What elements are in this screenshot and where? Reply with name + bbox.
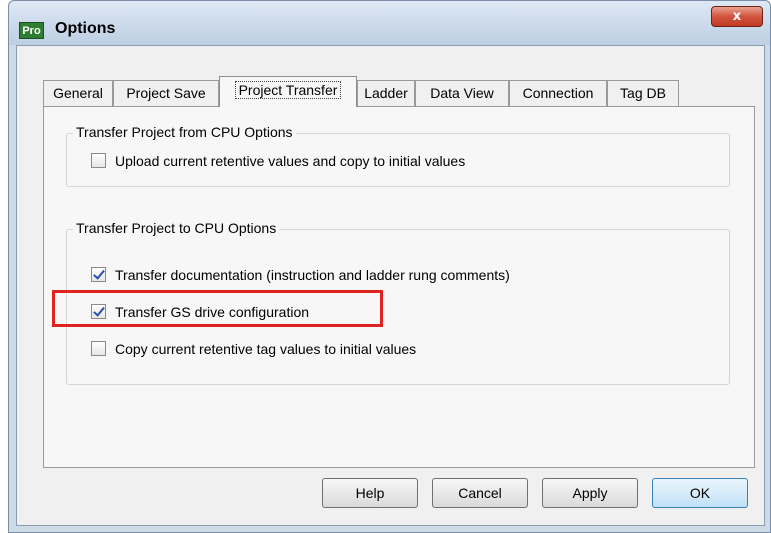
dialog-body: General Project Save Project Transfer La…	[16, 45, 765, 526]
checkbox-label: Copy current retentive tag values to ini…	[115, 341, 417, 357]
red-highlight-box	[52, 290, 383, 327]
window-title: Options	[55, 20, 116, 37]
tab-label: Connection	[522, 85, 594, 101]
tab-project-save[interactable]: Project Save	[113, 80, 219, 106]
apply-button[interactable]: Apply	[542, 478, 638, 508]
tab-ladder[interactable]: Ladder	[357, 80, 415, 106]
checkbox[interactable]	[91, 341, 106, 356]
tab-project-transfer[interactable]: Project Transfer	[219, 76, 357, 107]
checkbox[interactable]	[91, 153, 106, 168]
app-logo-icon: Pro	[19, 22, 44, 39]
cancel-button[interactable]: Cancel	[432, 478, 528, 508]
checkbox[interactable]	[91, 267, 106, 282]
title-bar[interactable]: Pro Options x	[9, 1, 770, 45]
options-dialog: Pro Options x General Project Save Proje…	[8, 0, 771, 533]
group-title: Transfer Project from CPU Options	[73, 124, 296, 140]
checkbox-label: Transfer documentation (instruction and …	[115, 267, 510, 283]
group-title: Transfer Project to CPU Options	[73, 220, 280, 236]
tab-label: Project Transfer	[234, 81, 342, 99]
group-transfer-from-cpu: Transfer Project from CPU Options Upload…	[66, 124, 730, 187]
ok-button[interactable]: OK	[652, 478, 748, 508]
tab-data-view[interactable]: Data View	[415, 80, 509, 106]
tab-panel-project-transfer: Transfer Project from CPU Options Upload…	[43, 106, 755, 468]
tab-label: Data View	[430, 85, 494, 101]
tab-label: Ladder	[364, 85, 408, 101]
tab-label: Tag DB	[620, 85, 666, 101]
tab-label: General	[53, 85, 103, 101]
help-button[interactable]: Help	[322, 478, 418, 508]
tab-connection[interactable]: Connection	[509, 80, 607, 106]
tab-label: Project Save	[126, 85, 206, 101]
close-button[interactable]: x	[711, 6, 763, 27]
tab-general[interactable]: General	[43, 80, 113, 106]
tab-tag-db[interactable]: Tag DB	[607, 80, 679, 106]
checkbox-label: Upload current retentive values and copy…	[115, 153, 466, 169]
